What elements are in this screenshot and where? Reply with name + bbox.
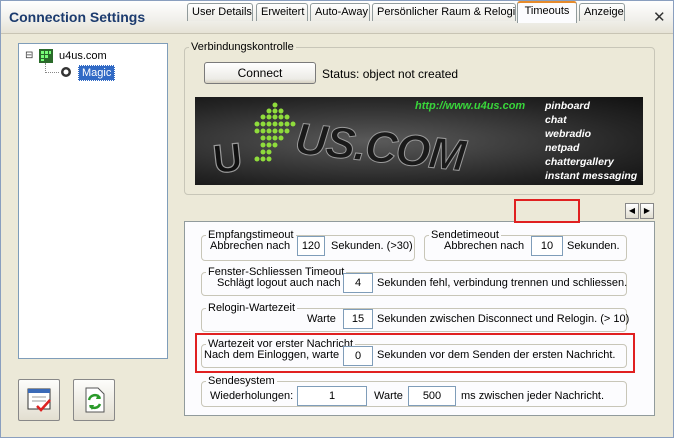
tree-child-label[interactable]: Magic [78,65,116,81]
banner-item: chattergallery [545,156,614,168]
u4us-banner[interactable]: U US.COM http://www.u4us.com pinboard ch… [195,97,643,185]
tab-anzeige[interactable]: Anzeigec [579,3,625,21]
send-timeout-input[interactable]: 10 [531,236,563,256]
account-tree[interactable]: ⊟ u4us.com Magic [18,43,168,359]
tab-erweitert[interactable]: Erweitert [256,3,308,21]
network-icon [39,49,53,63]
apply-settings-button[interactable] [18,379,60,421]
close-icon[interactable]: ✕ [653,8,666,26]
message-delay-label: Warte [374,390,403,402]
banner-item: instant messaging [545,170,638,182]
banner-feature-list: pinboard chat webradio netpad chattergal… [545,99,637,183]
banner-item: chat [545,114,567,126]
active-tab-highlight [514,199,580,223]
tab-user-details[interactable]: User Details [187,3,253,21]
tab-timeouts[interactable]: Timeouts [517,1,577,23]
relogin-wait-input[interactable]: 15 [343,309,373,329]
relogin-wait-prefix: Warte [307,313,336,325]
retries-label: Wiederholungen: [210,390,294,402]
refresh-button[interactable] [73,379,115,421]
user-icon [61,67,71,77]
tab-persoenlicher-raum[interactable]: Persönlicher Raum & Relogin [372,3,516,21]
first-message-wait-input[interactable]: 0 [343,346,373,366]
window-title: Connection Settings [9,9,146,25]
tab-scroll-right-icon[interactable]: ▶ [640,203,654,219]
collapse-toggle-icon[interactable]: ⊟ [25,50,33,61]
connection-control-legend: Verbindungskontrolle [191,41,294,53]
relogin-wait-suffix: Sekunden zwischen Disconnect und Relogin… [377,313,630,325]
tab-auto-away[interactable]: Auto-Away [310,3,370,21]
window-close-timeout-prefix: Schlägt logout auch nach [217,277,341,289]
window-check-icon [27,388,51,412]
receive-timeout-suffix: Sekunden. (>30) [331,240,413,252]
receive-timeout-input[interactable]: 120 [297,236,325,256]
refresh-icon [85,387,105,413]
connection-status: Status: object not created [322,67,459,81]
message-delay-input[interactable]: 500 [408,386,456,406]
connection-settings-window: Connection Settings ✕ ⊟ u4us.com Magic V… [0,0,674,438]
banner-item: netpad [545,142,580,154]
connect-button[interactable]: Connect [204,62,316,84]
tree-line [45,72,59,74]
first-message-wait-prefix: Nach dem Einloggen, warte [204,349,340,361]
svg-text:U: U [211,135,244,182]
send-system-legend: Sendesystem [208,375,275,387]
window-close-timeout-input[interactable]: 4 [343,273,373,293]
send-timeout-prefix: Abbrechen nach [444,240,525,252]
relogin-wait-legend: Relogin-Wartezeit [208,302,296,314]
retries-input[interactable]: 1 [297,386,367,406]
first-message-wait-suffix: Sekunden vor dem Senden der ersten Nachr… [377,349,616,361]
tab-scroll-left-icon[interactable]: ◀ [625,203,639,219]
message-delay-suffix: ms zwischen jeder Nachricht. [461,390,605,402]
banner-item: pinboard [545,100,590,112]
banner-item: webradio [545,128,592,140]
receive-timeout-prefix: Abbrechen nach [210,240,291,252]
window-close-timeout-suffix: Sekunden fehl, verbindung trennen und sc… [377,277,628,289]
banner-url[interactable]: http://www.u4us.com [415,100,525,112]
send-timeout-suffix: Sekunden. [567,240,620,252]
tree-root-label[interactable]: u4us.com [59,50,107,62]
